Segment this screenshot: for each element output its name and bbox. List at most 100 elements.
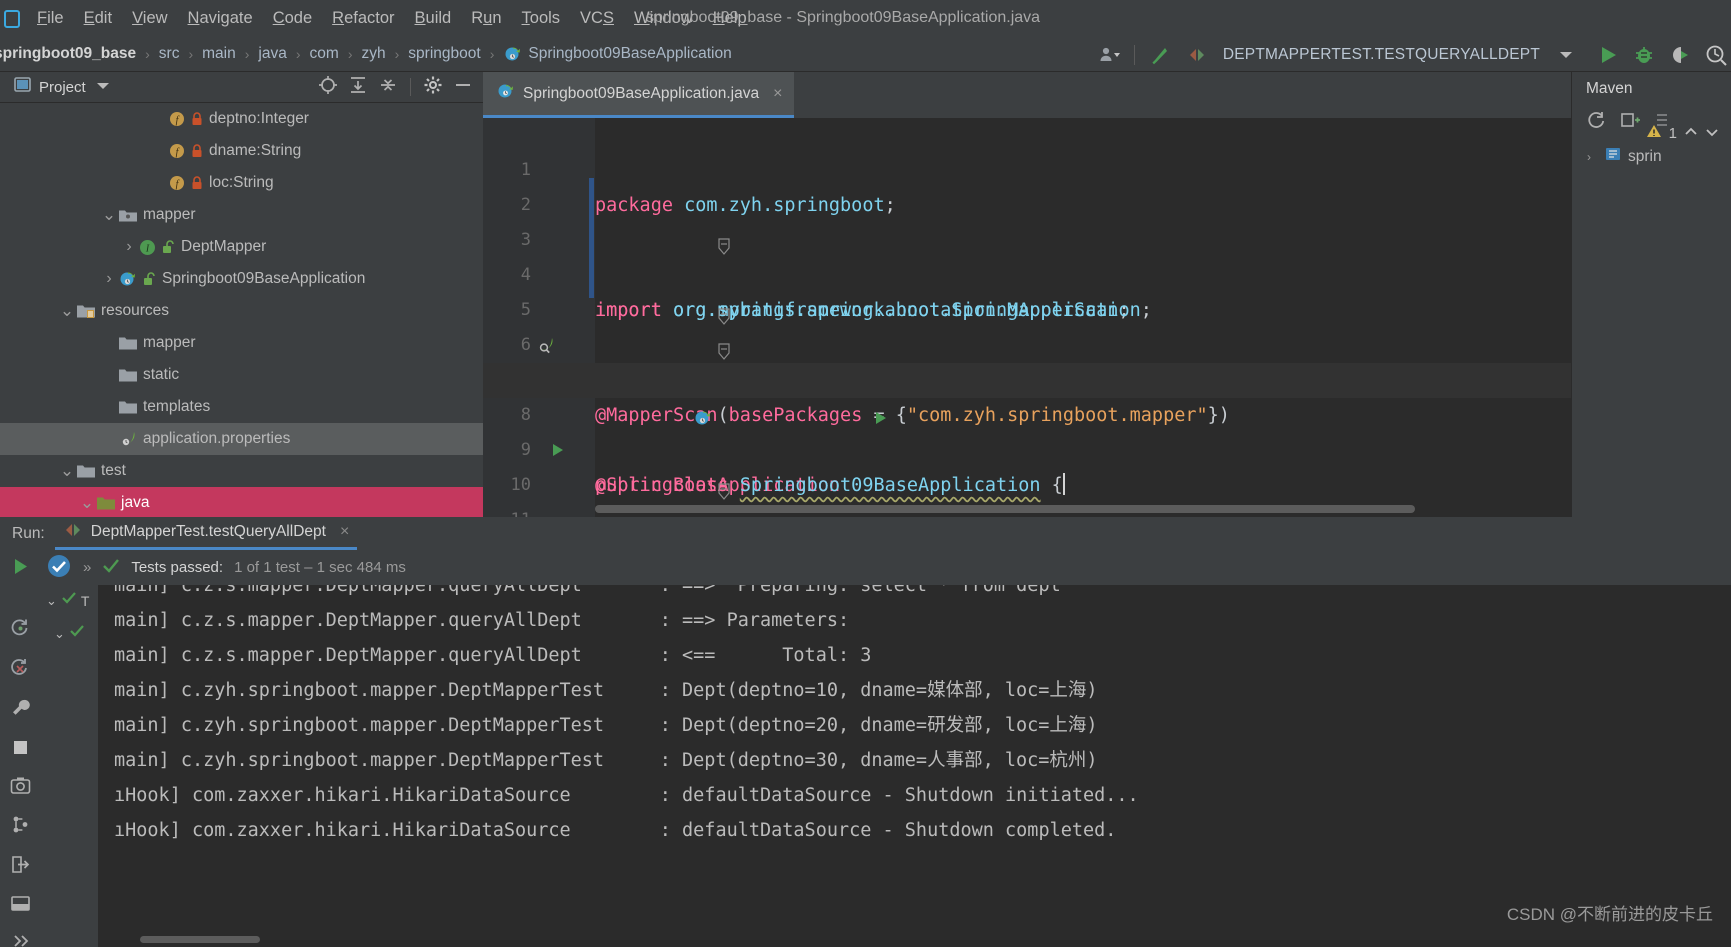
editor-body[interactable]: 1 1 package com.zyh.springboot; 2 3 impo… [483, 118, 1731, 517]
code-line[interactable]: 10 public static void main(String[] args… [483, 433, 1731, 500]
menu-item-code[interactable]: Code [263, 6, 322, 31]
collapse-all-icon[interactable] [378, 75, 398, 100]
tree-twisty[interactable]: ⌄ [58, 301, 76, 321]
code-line[interactable]: 7 @SpringBootApplication [483, 328, 1731, 496]
tree-node-springboot09baseapplication[interactable]: › Springboot09BaseApplication [0, 263, 483, 295]
code-line[interactable]: 4 import org.springframework.boot.Spring… [483, 223, 1731, 321]
code-line[interactable]: 2 [483, 153, 1731, 215]
code-line[interactable]: 5 import org.springframework.boot.autoco… [483, 258, 1731, 391]
tree-twisty[interactable]: › [120, 238, 138, 256]
tree-node-resources[interactable]: ⌄ resources [0, 295, 483, 327]
tree-node-deptno-integer[interactable]: f deptno:Integer [0, 103, 483, 135]
chevron-down-icon[interactable] [96, 78, 110, 96]
tree-node-application-properties[interactable]: application.properties [0, 423, 483, 455]
project-tool-window: Project f deptno:Integer f dname:String … [0, 72, 483, 517]
code-line-current[interactable]: 8 public class Springboot09BaseApplicati… [483, 363, 1731, 496]
expand-marker[interactable]: » [83, 559, 91, 576]
test-passed-root-icon[interactable] [46, 553, 72, 583]
rerun-failed-icon[interactable] [10, 658, 31, 684]
layout-icon[interactable] [10, 894, 31, 918]
menu-item-refactor[interactable]: Refactor [322, 6, 404, 31]
chevron-down-icon[interactable] [1540, 37, 1581, 72]
run-configuration-name[interactable]: DEPTMAPPERTEST.TESTQUERYALLDEPT [1215, 46, 1540, 64]
tree-node-dname-string[interactable]: f dname:String [0, 135, 483, 167]
folder-icon [118, 399, 138, 416]
add-icon[interactable] [1620, 110, 1640, 135]
tree-node-mapper[interactable]: mapper [0, 327, 483, 359]
debug-icon[interactable] [1626, 37, 1662, 72]
breadcrumb-item-src[interactable]: src [159, 45, 180, 63]
expand-all-icon[interactable] [348, 75, 368, 100]
screenshot-icon[interactable] [10, 776, 31, 800]
tree-node-templates[interactable]: templates [0, 391, 483, 423]
code-editor[interactable]: 1 package com.zyh.springboot; 2 3 import… [483, 118, 1731, 517]
navigate-arrows-icon[interactable] [1179, 37, 1215, 72]
tree-twisty[interactable]: ⌄ [58, 461, 76, 481]
spring-bean-icon[interactable] [537, 335, 557, 355]
wrench-settings-icon[interactable] [10, 698, 31, 724]
export-icon[interactable] [10, 854, 31, 880]
sort-icon[interactable] [10, 814, 31, 840]
editor-tab[interactable]: Springboot09BaseApplication.java × [483, 72, 795, 118]
tree-node-label: resources [101, 302, 170, 319]
run-coverage-icon[interactable] [1662, 37, 1698, 72]
run-gutter-icon[interactable] [549, 440, 567, 460]
tree-twisty[interactable]: › [100, 270, 118, 288]
chevron-up-icon[interactable] [1684, 125, 1698, 142]
run-tab[interactable]: DeptMapperTest.testQueryAllDept × [54, 517, 358, 550]
toggle-auto-test-icon[interactable] [10, 618, 31, 644]
search-everywhere-icon[interactable] [1698, 37, 1731, 72]
tree-node-test[interactable]: ⌄ test [0, 455, 483, 487]
build-hammer-icon[interactable] [1141, 37, 1179, 72]
tree-twisty[interactable]: › [1580, 150, 1598, 164]
code-line[interactable]: 11 SpringApplication.run(Springboot09Bas… [483, 468, 1731, 517]
editor-inspection-widget[interactable]: 1 [1646, 124, 1719, 143]
breadcrumb-item-java[interactable]: java [258, 45, 286, 63]
code-line[interactable]: 9 [483, 398, 1731, 460]
close-icon[interactable]: × [773, 85, 782, 103]
menu-item-file[interactable]: File [27, 6, 74, 31]
menu-item-run[interactable]: Run [461, 6, 511, 31]
menu-item-view[interactable]: View [122, 6, 177, 31]
breadcrumb-item-springboot[interactable]: springboot [408, 45, 480, 63]
menu-item-vcs[interactable]: VCS [570, 6, 624, 31]
tree-node-mapper[interactable]: ⌄ mapper [0, 199, 483, 231]
tree-node-deptmapper[interactable]: › I DeptMapper [0, 231, 483, 263]
code-line[interactable]: 1 package com.zyh.springboot; [483, 118, 1731, 216]
locate-icon[interactable] [318, 75, 338, 100]
chevron-down-icon[interactable]: ⌄ [46, 593, 57, 609]
chevron-down-icon[interactable]: ⌄ [54, 626, 65, 642]
tree-node-static[interactable]: static [0, 359, 483, 391]
tree-node-loc-string[interactable]: f loc:String [0, 167, 483, 199]
menu-item-build[interactable]: Build [405, 6, 462, 31]
test-tree-strip[interactable]: ⌄ T ⌄ [40, 585, 98, 947]
console-output[interactable]: main] c.z.s.mapper.DeptMapper.queryAllDe… [98, 585, 1731, 947]
refresh-icon[interactable] [1586, 110, 1606, 135]
run-icon[interactable] [1581, 37, 1626, 72]
breadcrumb-item-com[interactable]: com [310, 45, 339, 63]
stop-icon[interactable] [11, 738, 30, 762]
console-line: main] c.zyh.springboot.mapper.DeptMapper… [114, 680, 1098, 701]
breadcrumb-item-main[interactable]: main [202, 45, 236, 63]
code-line[interactable]: 6 @MapperScan(basePackages = {"com.zyh.s… [483, 293, 1731, 426]
chevron-down-icon[interactable] [1705, 125, 1719, 142]
rerun-icon[interactable] [10, 556, 31, 582]
editor-horizontal-scrollbar[interactable] [595, 505, 1731, 513]
menu-item-tools[interactable]: Tools [512, 6, 571, 31]
breadcrumb-item-springboot09baseapplication[interactable]: Springboot09BaseApplication [503, 44, 732, 64]
project-tree[interactable]: f deptno:Integer f dname:String f loc:String ⌄… [0, 103, 483, 517]
breadcrumb-item-zyh[interactable]: zyh [362, 45, 386, 63]
console-horizontal-scrollbar[interactable] [140, 936, 260, 943]
menu-item-edit[interactable]: Edit [74, 6, 122, 31]
tree-twisty[interactable]: ⌄ [78, 493, 96, 513]
user-icon[interactable] [1092, 37, 1128, 72]
expand-icon[interactable] [10, 932, 31, 947]
close-icon[interactable]: × [340, 523, 349, 541]
gear-icon[interactable] [423, 75, 443, 100]
menu-item-navigate[interactable]: Navigate [178, 6, 263, 31]
code-line[interactable]: 3 import org.mybatis.spring.annotation.M… [483, 188, 1731, 321]
tree-node-java[interactable]: ⌄ java [0, 487, 483, 517]
breadcrumb-item-springboot09-base[interactable]: springboot09_base [0, 45, 136, 63]
hide-panel-icon[interactable] [453, 75, 473, 100]
tree-twisty[interactable]: ⌄ [100, 205, 118, 225]
